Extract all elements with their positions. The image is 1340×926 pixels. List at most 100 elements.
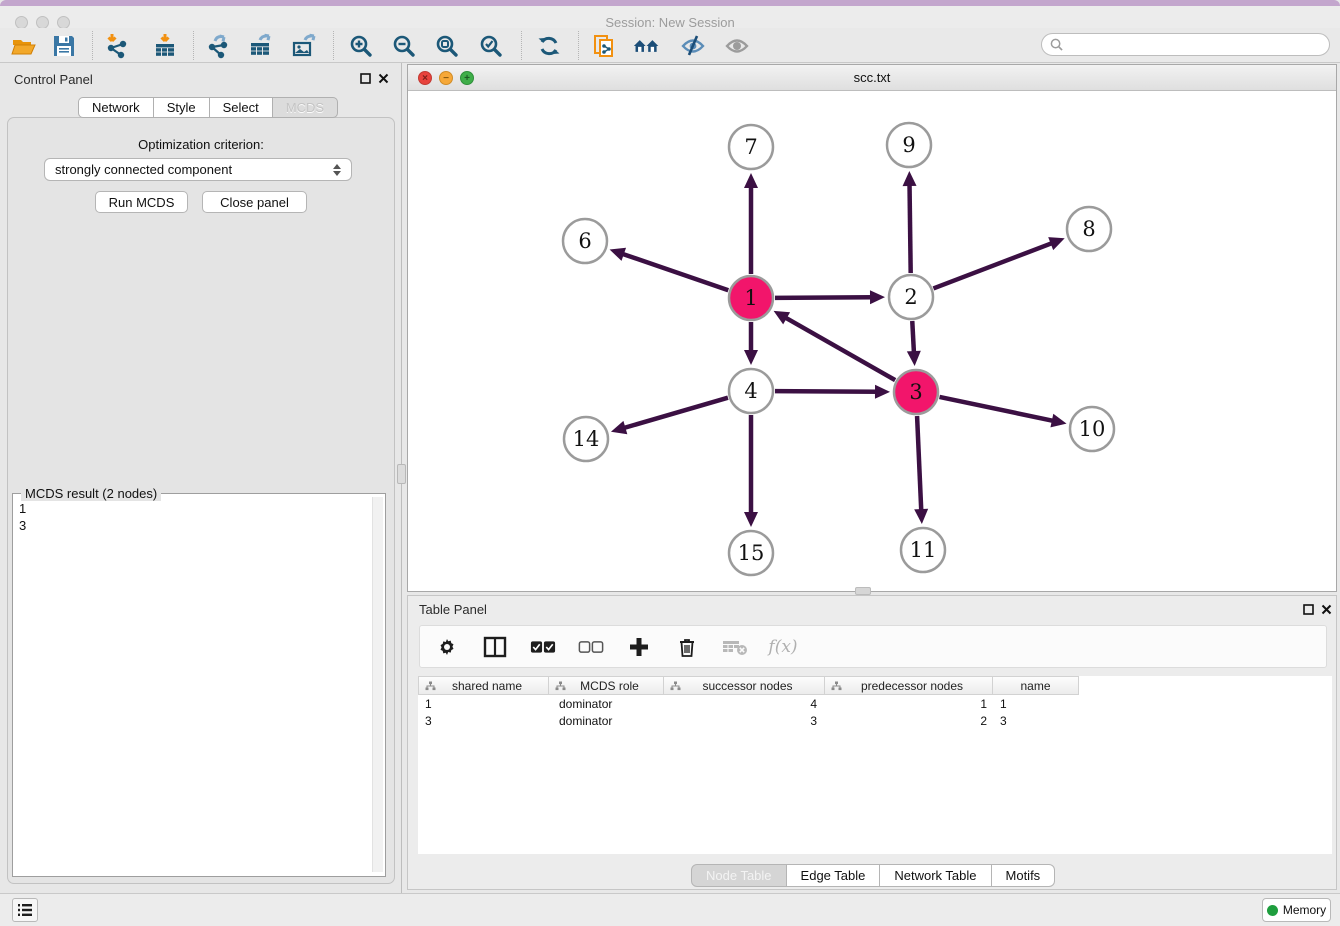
graph-node-label: 6 (578, 229, 591, 253)
tab-mcds[interactable]: MCDS (273, 97, 338, 118)
node-table: shared name MCDS role successor nodes pr… (418, 676, 1332, 854)
optimization-criterion-label: Optimization criterion: (0, 137, 402, 152)
tab-node-table[interactable]: Node Table (691, 864, 787, 887)
zoom-out-icon[interactable] (390, 32, 417, 59)
save-session-icon[interactable] (50, 32, 77, 59)
hide-graphics-details-icon[interactable] (679, 32, 706, 59)
mcds-result-line: 3 (19, 517, 26, 534)
column-type-icon (425, 681, 436, 691)
open-file-icon[interactable] (10, 32, 37, 59)
graph-node-label: 1 (744, 286, 757, 310)
column-header-successor-nodes[interactable]: successor nodes (664, 676, 825, 695)
tab-select[interactable]: Select (210, 97, 273, 118)
column-header-predecessor-nodes[interactable]: predecessor nodes (825, 676, 993, 695)
table-settings-gear-icon[interactable] (434, 634, 460, 660)
graph-edge-arrowhead (870, 290, 885, 304)
graph-node-label: 10 (1079, 417, 1106, 441)
graph-edge-arrowhead (744, 350, 758, 365)
memory-status-dot (1267, 905, 1278, 916)
import-network-icon[interactable] (103, 32, 130, 59)
memory-button[interactable]: Memory (1262, 898, 1331, 922)
graph-edge[interactable] (910, 183, 911, 273)
create-column-icon[interactable] (626, 634, 652, 660)
ndex-browse-icon[interactable] (633, 32, 660, 59)
toolbar-separator (578, 31, 579, 60)
close-panel-button[interactable]: Close panel (202, 191, 307, 213)
graph-edge[interactable] (775, 391, 878, 392)
graph-node-label: 15 (738, 541, 765, 565)
control-panel: Control Panel Network Style Select MCDS … (0, 63, 402, 893)
export-table-icon[interactable] (247, 32, 274, 59)
clone-network-icon[interactable] (591, 32, 618, 59)
refresh-view-icon[interactable] (535, 32, 562, 59)
tab-network-table[interactable]: Network Table (880, 864, 991, 887)
graph-edge[interactable] (933, 243, 1053, 289)
float-table-panel-icon[interactable] (1302, 603, 1315, 616)
zoom-fit-icon[interactable] (433, 32, 460, 59)
zoom-selected-icon[interactable] (477, 32, 504, 59)
toolbar-separator (521, 31, 522, 60)
graph-edge[interactable] (621, 253, 728, 290)
show-panels-menu-button[interactable] (12, 898, 38, 922)
graph-node-label: 3 (909, 380, 922, 404)
show-all-columns-icon[interactable] (530, 634, 556, 660)
search-icon (1050, 38, 1063, 51)
horizontal-splitter-handle[interactable] (855, 587, 871, 595)
graph-node-label: 11 (910, 538, 937, 562)
graph-edge[interactable] (917, 416, 921, 512)
optimization-criterion-select[interactable]: strongly connected component (44, 158, 352, 181)
graph-edge[interactable] (912, 321, 914, 354)
network-window-titlebar: × − + scc.txt (408, 65, 1336, 91)
import-table-icon[interactable] (151, 32, 178, 59)
select-chevrons-icon (333, 164, 341, 176)
table-row[interactable]: 3 dominator 3 2 3 (418, 712, 1079, 729)
search-box (1041, 33, 1330, 56)
tab-network[interactable]: Network (78, 97, 154, 118)
search-input[interactable] (1068, 38, 1321, 52)
graph-edge-arrowhead (611, 421, 627, 434)
column-header-name[interactable]: name (993, 676, 1079, 695)
column-type-icon (670, 681, 681, 691)
graph-node-label: 8 (1082, 217, 1095, 241)
export-image-icon[interactable] (290, 32, 317, 59)
column-header-mcds-role[interactable]: MCDS role (549, 676, 664, 695)
network-view-window: × − + scc.txt 1234678910111415 (407, 64, 1337, 592)
result-scrollbar-track[interactable] (372, 497, 383, 872)
main-toolbar (0, 28, 1340, 63)
graph-node-label: 2 (904, 285, 917, 309)
close-table-panel-icon[interactable] (1320, 603, 1333, 616)
graph-edge-arrowhead (875, 385, 890, 399)
hide-all-columns-icon[interactable] (578, 634, 604, 660)
table-toolbar: f(x) (419, 625, 1327, 668)
toolbar-separator (193, 31, 194, 60)
graph-edge[interactable] (939, 397, 1054, 421)
graph-edge[interactable] (784, 317, 895, 380)
delete-table-icon (722, 634, 748, 660)
graph-edge-arrowhead (744, 512, 758, 527)
status-bar: Memory (0, 893, 1340, 926)
graph-edge[interactable] (622, 398, 727, 429)
table-row[interactable]: 1 dominator 4 1 1 (418, 695, 1079, 712)
zoom-in-icon[interactable] (347, 32, 374, 59)
titlebar: Session: New Session (0, 6, 1340, 28)
toolbar-separator (333, 31, 334, 60)
tab-motifs[interactable]: Motifs (992, 864, 1056, 887)
tab-style[interactable]: Style (154, 97, 210, 118)
equation-function-icon: f(x) (770, 634, 796, 660)
graph-edge[interactable] (775, 297, 873, 298)
vertical-splitter-handle[interactable] (397, 464, 406, 484)
graph-edge-arrowhead (1050, 414, 1066, 428)
graph-edge-arrowhead (610, 248, 626, 261)
browse-mode-icon[interactable] (482, 634, 508, 660)
column-header-shared-name[interactable]: shared name (418, 676, 549, 695)
column-type-icon (831, 681, 842, 691)
delete-column-icon[interactable] (674, 634, 700, 660)
network-graph[interactable]: 1234678910111415 (408, 91, 1336, 592)
float-panel-icon[interactable] (359, 72, 372, 85)
export-network-icon[interactable] (204, 32, 231, 59)
tab-edge-table[interactable]: Edge Table (787, 864, 881, 887)
memory-label: Memory (1283, 903, 1326, 917)
run-mcds-button[interactable]: Run MCDS (95, 191, 188, 213)
close-panel-icon[interactable] (377, 72, 390, 85)
show-graphics-details-icon[interactable] (723, 32, 750, 59)
